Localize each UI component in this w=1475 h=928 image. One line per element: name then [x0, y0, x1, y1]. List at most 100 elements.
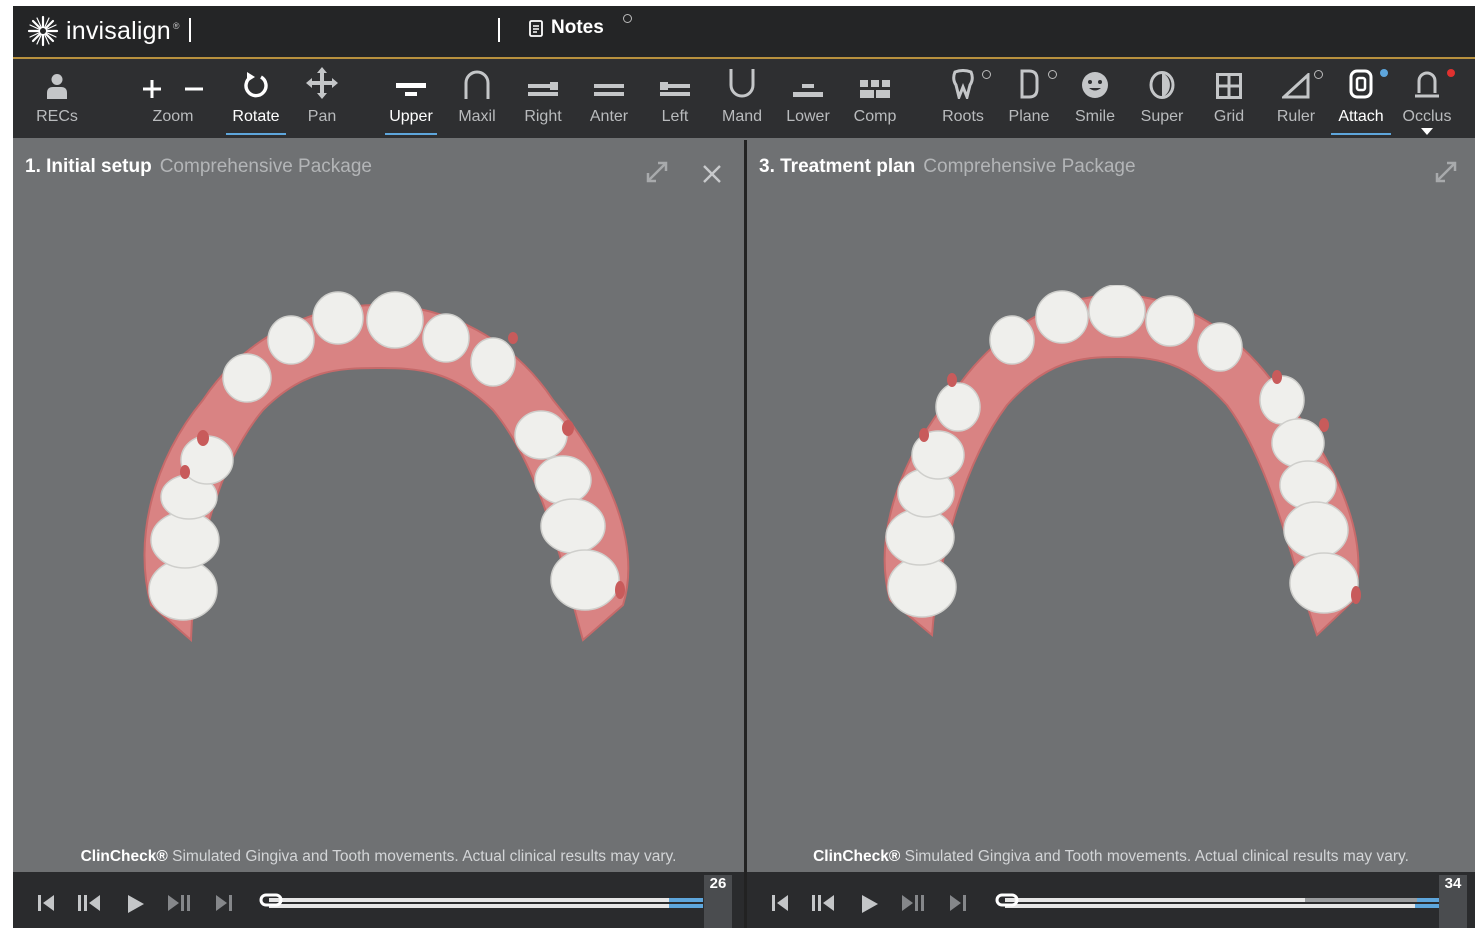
go-to-first-icon[interactable]: [37, 894, 55, 912]
disclaimer-text: Simulated Gingiva and Tooth movements. A…: [900, 848, 1409, 865]
compare-grid-icon: [860, 80, 890, 98]
left-player-controls: 26: [13, 872, 744, 928]
toolbar-more-chevron-icon[interactable]: [1421, 128, 1433, 135]
occlusion-icon: [1415, 71, 1439, 98]
stage-count: 26: [704, 875, 732, 928]
play-icon[interactable]: [861, 894, 879, 914]
separator: [498, 18, 500, 42]
mandibular-button[interactable]: Mand: [719, 59, 765, 138]
superimpose-icon: [1149, 71, 1175, 99]
panel-stage-title: 1. Initial setup: [25, 156, 152, 177]
smile-face-icon: [1082, 72, 1108, 98]
invisalign-star-icon: [27, 15, 59, 47]
mandibular-arch-icon: [729, 69, 755, 98]
panel-title: 3. Treatment plan Comprehensive Package: [759, 156, 1136, 178]
left-view-button[interactable]: Left: [657, 59, 693, 138]
active-underline: [226, 133, 286, 135]
close-icon[interactable]: [702, 164, 722, 184]
lower-view-icon: [793, 84, 823, 97]
go-to-last-icon[interactable]: [949, 894, 967, 912]
notes-icon: [529, 19, 543, 37]
occlus-label: Occlus: [1402, 108, 1452, 125]
right-view-icon: [528, 82, 558, 96]
plane-status-dot: [1048, 70, 1057, 79]
maxillary-arch-icon: [464, 70, 490, 99]
maxillary-button[interactable]: Maxil: [455, 59, 499, 138]
separator: [189, 18, 191, 42]
left-view-icon: [660, 82, 690, 96]
clincheck-app: invisalign ® Notes RECs Zoom Rotate Pan …: [13, 6, 1475, 928]
plane-button[interactable]: Plane: [1007, 59, 1051, 138]
right-player-controls: 34: [747, 872, 1475, 928]
superimpose-button[interactable]: Super: [1138, 59, 1186, 138]
panel-package: Comprehensive Package: [923, 156, 1136, 177]
active-underline: [1331, 133, 1391, 135]
notes-button[interactable]: Notes: [529, 17, 604, 39]
anterior-view-button[interactable]: Anter: [587, 59, 631, 138]
grid-icon: [1216, 73, 1242, 99]
grid-label: Grid: [1213, 108, 1245, 125]
upper-view-icon: [396, 83, 426, 96]
go-to-first-icon[interactable]: [771, 894, 789, 912]
go-to-last-icon[interactable]: [215, 894, 233, 912]
plus-minus-icon: [143, 80, 203, 98]
disclaimer: ClinCheck® Simulated Gingiva and Tooth m…: [13, 848, 744, 872]
grid-button[interactable]: Grid: [1207, 59, 1251, 138]
dental-arch-model[interactable]: [862, 285, 1382, 665]
plane-icon: [1020, 69, 1039, 99]
lower-view-button[interactable]: Lower: [784, 59, 832, 138]
step-back-icon[interactable]: [77, 894, 101, 912]
disclaimer-text: Simulated Gingiva and Tooth movements. A…: [167, 848, 677, 865]
initial-setup-viewport[interactable]: 1. Initial setup Comprehensive Package C…: [13, 140, 744, 872]
compare-button[interactable]: Comp: [851, 59, 899, 138]
right-view-button[interactable]: Right: [521, 59, 565, 138]
panel-title: 1. Initial setup Comprehensive Package: [25, 156, 372, 178]
play-icon[interactable]: [127, 894, 145, 914]
expand-icon[interactable]: [645, 160, 669, 184]
logo-trademark: ®: [172, 21, 180, 31]
treatment-plan-viewport[interactable]: 3. Treatment plan Comprehensive Package: [747, 140, 1475, 872]
attach-label: Attach: [1338, 108, 1384, 125]
expand-icon[interactable]: [1434, 160, 1458, 184]
pan-label: Pan: [307, 108, 337, 125]
rotate-button[interactable]: Rotate: [226, 59, 286, 138]
step-forward-icon[interactable]: [901, 894, 925, 912]
occlusion-button[interactable]: Occlus: [1401, 59, 1453, 138]
attach-status-dot: [1380, 69, 1388, 77]
zoom-label: Zoom: [152, 108, 194, 125]
dental-arch-model[interactable]: [123, 290, 643, 670]
recs-label: RECs: [36, 108, 78, 125]
stage-timeline-slider[interactable]: [995, 890, 1469, 924]
step-forward-icon[interactable]: [167, 894, 191, 912]
maxil-label: Maxil: [458, 108, 496, 125]
smile-label: Smile: [1074, 108, 1115, 125]
stage-count: 34: [1439, 875, 1467, 928]
panel-package: Comprehensive Package: [159, 156, 372, 177]
stage-timeline-slider[interactable]: [259, 890, 735, 924]
ruler-icon: [1282, 73, 1310, 99]
rotate-label: Rotate: [232, 108, 280, 125]
view-toolbar: RECs Zoom Rotate Pan Upper Maxil Right A…: [13, 59, 1475, 138]
tooth-root-icon: [952, 69, 974, 99]
zoom-button[interactable]: Zoom: [139, 59, 207, 138]
smile-button[interactable]: Smile: [1073, 59, 1117, 138]
roots-button[interactable]: Roots: [939, 59, 987, 138]
rotate-icon: [244, 72, 268, 98]
roots-label: Roots: [942, 108, 984, 125]
ruler-label: Ruler: [1276, 108, 1316, 125]
disclaimer: ClinCheck® Simulated Gingiva and Tooth m…: [747, 848, 1475, 872]
mand-label: Mand: [721, 108, 763, 125]
occlus-alert-dot: [1447, 69, 1455, 77]
panel-stage-title: 3. Treatment plan: [759, 156, 916, 177]
attachment-icon: [1349, 69, 1373, 99]
roots-status-dot: [982, 70, 991, 79]
super-label: Super: [1140, 108, 1184, 125]
upper-label: Upper: [389, 108, 433, 125]
invisalign-logo: invisalign ®: [26, 14, 179, 48]
recs-button[interactable]: RECs: [33, 59, 81, 138]
step-back-icon[interactable]: [811, 894, 835, 912]
pan-button[interactable]: Pan: [302, 59, 342, 138]
top-bar: invisalign ® Notes: [13, 6, 1475, 59]
upper-view-button[interactable]: Upper: [385, 59, 437, 138]
ruler-button[interactable]: Ruler: [1274, 59, 1318, 138]
